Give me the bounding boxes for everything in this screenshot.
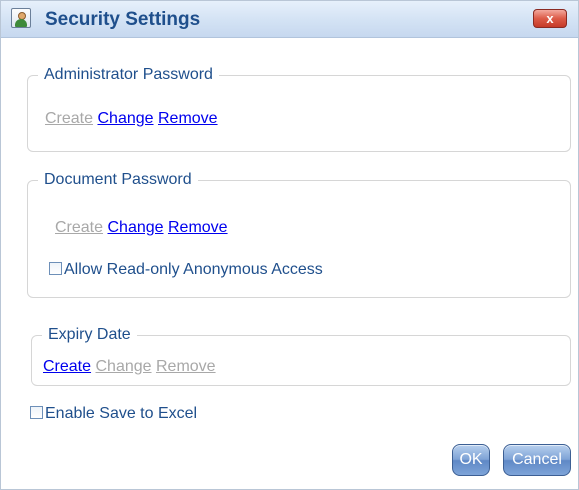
document-remove-link[interactable]: Remove [168, 219, 228, 236]
security-user-icon [11, 8, 31, 28]
admin-remove-link[interactable]: Remove [158, 110, 218, 127]
security-settings-dialog: Security Settings x Administrator Passwo… [0, 0, 579, 490]
close-button[interactable]: x [533, 9, 567, 28]
admin-change-link[interactable]: Change [97, 110, 153, 127]
document-password-legend: Document Password [44, 171, 192, 188]
enable-save-to-excel-label: Enable Save to Excel [45, 405, 198, 422]
enable-save-to-excel-checkbox[interactable] [30, 406, 43, 419]
expiry-remove-link: Remove [155, 358, 216, 375]
close-icon: x [546, 11, 554, 26]
expiry-create-link[interactable]: Create [43, 358, 91, 375]
ok-button[interactable]: OK [452, 444, 490, 476]
allow-anonymous-access-label: Allow Read-only Anonymous Access [64, 261, 323, 278]
expiry-change-link: Change [95, 358, 152, 375]
expiry-date-group: Expiry Date [31, 326, 571, 386]
enable-save-to-excel-option[interactable]: Enable Save to Excel [30, 405, 197, 423]
document-create-link: Create [55, 219, 104, 236]
cancel-button[interactable]: Cancel [503, 444, 571, 476]
expiry-date-actions: Create Change Remove [43, 358, 216, 376]
allow-anonymous-access-option[interactable]: Allow Read-only Anonymous Access [49, 261, 323, 279]
administrator-password-actions: Create Change Remove [45, 110, 218, 128]
administrator-password-group: Administrator Password [27, 66, 571, 152]
title-bar: Security Settings x [1, 1, 578, 38]
document-password-actions: Create Change Remove [55, 219, 228, 237]
administrator-password-legend: Administrator Password [44, 66, 213, 83]
admin-create-link: Create [45, 110, 94, 127]
allow-anonymous-access-checkbox[interactable] [49, 262, 62, 275]
document-change-link[interactable]: Change [107, 219, 163, 236]
dialog-title: Security Settings [45, 9, 201, 30]
expiry-date-legend: Expiry Date [48, 326, 131, 343]
